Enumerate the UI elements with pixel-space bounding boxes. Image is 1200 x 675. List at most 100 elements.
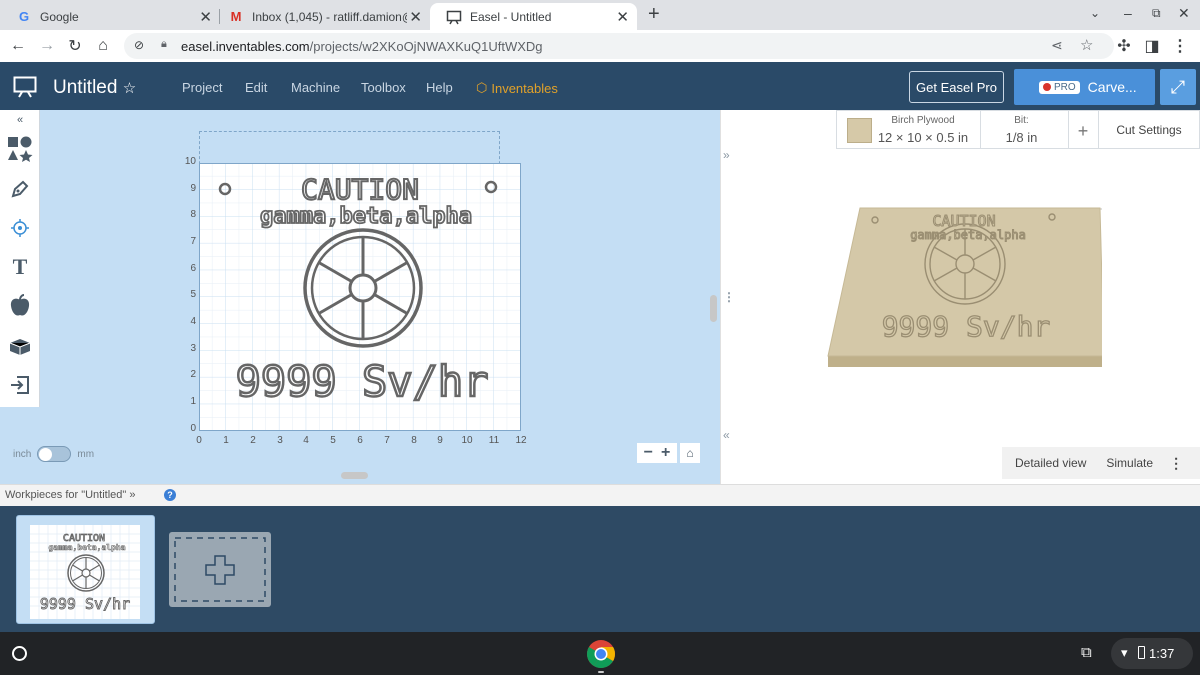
- status-tray[interactable]: ▾ 1:37: [1111, 638, 1193, 669]
- design-svg: CAUTION gamma,beta,alpha 9999 Sv/hr: [199, 163, 521, 431]
- horizontal-scrollbar[interactable]: [341, 472, 368, 479]
- shapes-icon[interactable]: [0, 130, 40, 168]
- zoom-controls: − +: [637, 443, 677, 463]
- home-icon[interactable]: ⌂: [91, 34, 115, 58]
- chrome-icon[interactable]: [586, 639, 616, 674]
- chevron-down-icon[interactable]: »: [129, 489, 135, 501]
- easel-logo-icon[interactable]: [13, 76, 37, 103]
- tab-title: Google: [40, 9, 79, 24]
- address-bar[interactable]: ⊘ 🔒︎ easel.inventables.com/projects/w2XK…: [124, 33, 1114, 59]
- collapse-toolbar-icon[interactable]: «: [0, 110, 40, 130]
- detailed-view-button[interactable]: Detailed view: [1015, 456, 1086, 470]
- unit-toggle[interactable]: inch mm: [13, 446, 94, 462]
- design-canvas[interactable]: « T 10 9 8 7 6 5 4 3 2 1 0 CAUTION gamma…: [0, 110, 720, 484]
- back-icon[interactable]: ←: [6, 34, 30, 58]
- y-tick: 0: [190, 423, 196, 434]
- reload-icon[interactable]: ↻: [63, 34, 87, 58]
- close-icon[interactable]: ✕: [616, 8, 629, 26]
- easel-icon: [446, 9, 462, 25]
- menu-machine[interactable]: Machine: [291, 80, 340, 95]
- unit-switch[interactable]: [37, 446, 72, 462]
- menu-project[interactable]: Project: [182, 80, 222, 95]
- menu-edit[interactable]: Edit: [245, 80, 267, 95]
- lock-icon[interactable]: 🔒︎: [161, 38, 167, 51]
- material-size[interactable]: 12 × 10 × 0.5 in: [872, 130, 974, 145]
- workpieces-title[interactable]: Workpieces for "Untitled" »: [5, 489, 136, 501]
- url-text: easel.inventables.com/projects/w2XKoOjNW…: [181, 39, 543, 54]
- tab-easel[interactable]: Easel - Untitled ✕: [430, 3, 637, 30]
- extensions-icon[interactable]: ✣: [1112, 34, 1136, 58]
- material-swatch[interactable]: [847, 118, 872, 143]
- menu-inventables[interactable]: ⬡ Inventables: [476, 80, 558, 96]
- close-icon[interactable]: ✕: [199, 8, 212, 26]
- y-tick: 2: [190, 369, 196, 380]
- cut-settings-button[interactable]: Cut Settings: [1098, 123, 1200, 137]
- design-text-dose[interactable]: 9999 Sv/hr: [234, 356, 489, 408]
- home-view-icon[interactable]: ⌂: [680, 443, 700, 463]
- target-icon[interactable]: [0, 209, 40, 247]
- new-tab-button[interactable]: +: [648, 3, 660, 26]
- add-bit-button[interactable]: +: [1068, 121, 1098, 142]
- pen-icon[interactable]: [0, 170, 40, 208]
- expand-left-icon[interactable]: «: [723, 428, 730, 442]
- import-icon[interactable]: [0, 366, 40, 404]
- browser-toolbar: ← → ↻ ⌂ ⊘ 🔒︎ easel.inventables.com/proje…: [0, 30, 1200, 62]
- workpiece-thumbnail[interactable]: CAUTION gamma,beta,alpha 9999 Sv/hr: [16, 515, 155, 624]
- tab-search-icon[interactable]: ⌄: [1090, 6, 1100, 20]
- tab-gmail[interactable]: M Inbox (1,045) - ratliff.damion@a ✕: [212, 3, 430, 30]
- design-text-caution[interactable]: CAUTION: [300, 172, 420, 207]
- tab-title: Inbox (1,045) - ratliff.damion@a: [252, 9, 407, 24]
- get-easel-pro-button[interactable]: Get Easel Pro: [909, 71, 1004, 103]
- simulate-button[interactable]: Simulate: [1106, 456, 1153, 470]
- restore-icon[interactable]: ⧉: [1152, 6, 1161, 21]
- wifi-icon: ▾: [1121, 645, 1128, 660]
- panel-divider[interactable]: » ⋮ «: [720, 110, 735, 484]
- design-text-particles[interactable]: gamma,beta,alpha: [259, 203, 473, 230]
- bit-value[interactable]: 1/8 in: [980, 130, 1063, 145]
- y-tick: 10: [184, 156, 196, 167]
- thumb-text-dose: 9999 Sv/hr: [40, 595, 130, 613]
- expand-icon[interactable]: ⤢: [1160, 69, 1196, 105]
- preview-text-dose: 9999 Sv/hr: [882, 310, 1051, 343]
- preview-panel: Birch Plywood 12 × 10 × 0.5 in Bit: 1/8 …: [734, 110, 1200, 484]
- clipboard-icon[interactable]: ⧉: [1081, 644, 1092, 661]
- launcher-icon[interactable]: [12, 646, 27, 661]
- add-workpiece-button[interactable]: [169, 532, 271, 607]
- close-icon[interactable]: ✕: [409, 8, 422, 26]
- google-icon: G: [18, 9, 30, 24]
- favorite-star-icon[interactable]: ☆: [123, 80, 136, 97]
- menu-help[interactable]: Help: [426, 80, 453, 95]
- material-name[interactable]: Birch Plywood: [872, 115, 974, 126]
- os-shelf: ⧉ ▾ 1:37: [0, 632, 1200, 675]
- box-import-icon[interactable]: [0, 327, 40, 365]
- window-close-icon[interactable]: ✕: [1178, 5, 1190, 22]
- x-tick: 9: [437, 435, 443, 446]
- carve-button[interactable]: PRO Carve...: [1014, 69, 1155, 105]
- project-title[interactable]: Untitled ☆: [53, 77, 136, 99]
- share-icon[interactable]: ⋖: [1051, 37, 1063, 54]
- pro-badge: PRO: [1039, 80, 1080, 94]
- x-tick: 4: [303, 435, 309, 446]
- apple-icon[interactable]: [0, 287, 40, 325]
- carve-preview-3d[interactable]: CAUTION gamma,beta,alpha 9999 Sv/hr: [822, 200, 1102, 375]
- vertical-scrollbar[interactable]: [710, 295, 717, 322]
- text-tool-icon[interactable]: T: [0, 248, 40, 286]
- camera-off-icon[interactable]: ⊘: [134, 38, 144, 52]
- minimize-icon[interactable]: –: [1124, 5, 1132, 21]
- bookmark-star-icon[interactable]: ☆: [1080, 36, 1093, 54]
- x-tick: 1: [223, 435, 229, 446]
- app-header: Untitled ☆ Project Edit Machine Toolbox …: [0, 62, 1200, 110]
- help-icon[interactable]: ?: [164, 489, 176, 501]
- menu-toolbox[interactable]: Toolbox: [361, 80, 406, 95]
- workpieces-header: Workpieces for "Untitled" » ?: [0, 484, 1200, 506]
- more-options-icon[interactable]: ⋮: [1169, 455, 1183, 472]
- side-panel-icon[interactable]: ◨: [1140, 34, 1164, 58]
- forward-icon[interactable]: →: [35, 34, 59, 58]
- zoom-in-icon[interactable]: +: [661, 444, 670, 462]
- more-menu-icon[interactable]: ⋮: [1168, 34, 1192, 58]
- zoom-out-icon[interactable]: −: [644, 444, 653, 462]
- material-settings-bar: Birch Plywood 12 × 10 × 0.5 in Bit: 1/8 …: [836, 110, 1200, 149]
- material-grid[interactable]: CAUTION gamma,beta,alpha 9999 Sv/hr: [199, 163, 521, 431]
- expand-right-icon[interactable]: »: [723, 148, 730, 162]
- tab-google[interactable]: G Google ✕: [0, 3, 220, 30]
